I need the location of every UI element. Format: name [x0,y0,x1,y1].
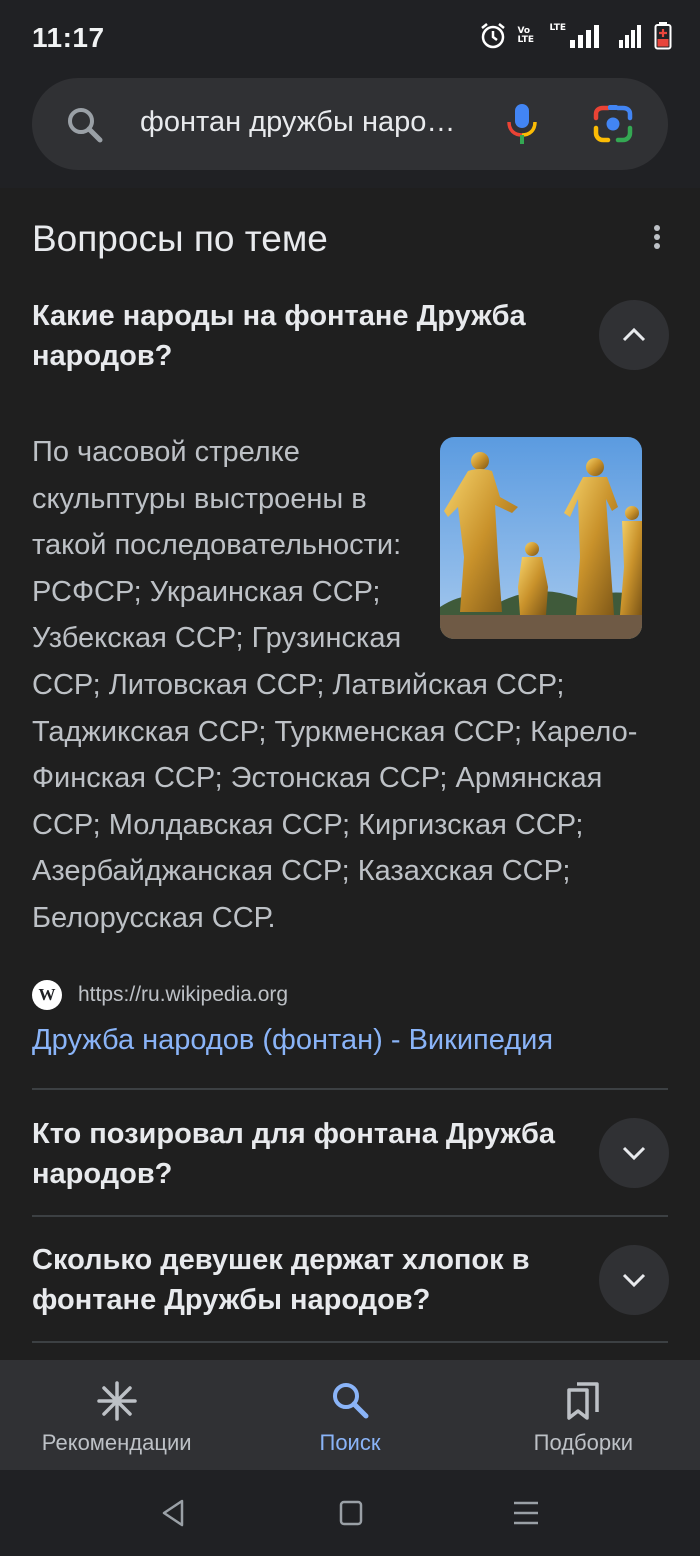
volte-icon: Vo LTE [517,26,534,45]
home-icon[interactable] [338,1498,364,1528]
nav-recommendations[interactable]: Рекомендации [0,1360,233,1470]
signal-icon [619,25,641,48]
chevron-down-icon [622,1146,646,1161]
collections-icon [567,1382,600,1420]
wikipedia-logo-icon: W [32,980,62,1010]
question-2[interactable]: Кто позировал для фонтана Дружба народов… [32,1114,582,1194]
alarm-icon [481,23,506,49]
chevron-down-icon [622,1273,646,1288]
answer-text-block: По часовой стрелке скульптуры выстроены … [32,429,642,942]
source-row[interactable]: W https://ru.wikipedia.org [32,980,288,1010]
search-icon[interactable] [66,106,104,144]
microphone-icon[interactable] [502,102,542,146]
lte-signal-icon: LTE [549,24,608,48]
bottom-navigation: Рекомендации Поиск Подборки [0,1360,700,1470]
divider [32,1215,668,1217]
expand-button[interactable] [599,1118,669,1188]
asterisk-icon [96,1381,137,1421]
more-options-icon[interactable] [650,224,664,254]
collapse-button[interactable] [599,300,669,370]
status-bar: 11:17 Vo LTE LTE [0,0,700,78]
search-input[interactable]: фонтан дружбы наро… [140,106,480,139]
lens-camera-icon[interactable] [592,104,634,144]
nav-label: Рекомендации [41,1430,192,1455]
divider [32,1341,668,1343]
search-header: фонтан дружбы наро… [0,78,700,188]
nav-search[interactable]: Поиск [233,1360,466,1470]
question-1[interactable]: Какие народы на фонтане Дружба народов? [32,296,582,376]
divider [32,1088,668,1090]
battery-icon [654,22,672,50]
section-title: Вопросы по теме [32,218,328,259]
menu-icon[interactable] [512,1498,540,1528]
fountain-image[interactable] [440,437,642,639]
source-link[interactable]: Дружба народов (фонтан) - Википедия [32,1024,553,1057]
related-questions-panel: Вопросы по теме Какие народы на фонтане … [0,188,700,1360]
status-icons: Vo LTE LTE [479,22,672,50]
expand-button[interactable] [599,1245,669,1315]
status-time: 11:17 [32,22,105,53]
back-icon[interactable] [160,1498,186,1528]
nav-label: Поиск [319,1430,381,1455]
nav-label: Подборки [533,1430,634,1455]
question-3[interactable]: Сколько девушек держат хлопок в фонтане … [32,1240,582,1320]
system-navigation-bar [0,1470,700,1556]
search-icon [332,1383,369,1419]
search-bar[interactable]: фонтан дружбы наро… [32,78,668,170]
nav-collections[interactable]: Подборки [467,1360,700,1470]
chevron-up-icon [622,327,646,342]
source-url: https://ru.wikipedia.org [78,983,289,1006]
